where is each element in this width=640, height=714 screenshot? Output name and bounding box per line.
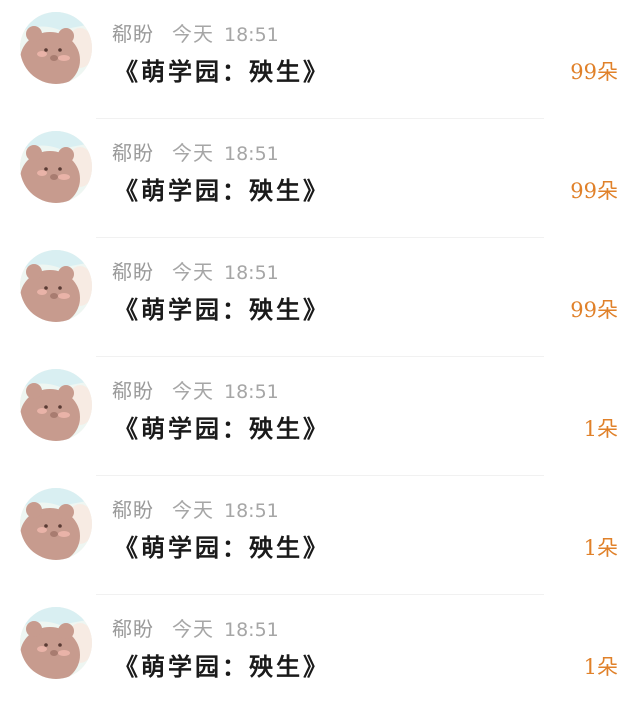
item-time: 18:51 xyxy=(224,24,279,46)
gift-count: 99朵 xyxy=(570,179,618,203)
item-title: 《萌学园：殃生》 xyxy=(114,652,330,681)
item-time: 18:51 xyxy=(224,143,279,165)
avatar[interactable] xyxy=(20,369,92,441)
item-meta: 郗盼 今天 18:51 xyxy=(112,18,279,46)
item-title: 《萌学园：殃生》 xyxy=(114,176,330,205)
bear-avatar-icon xyxy=(20,607,92,679)
item-date: 今天 xyxy=(172,141,214,165)
gift-count: 1朵 xyxy=(583,655,618,679)
sender-name: 郗盼 xyxy=(112,498,154,522)
item-date: 今天 xyxy=(172,22,214,46)
item-date: 今天 xyxy=(172,260,214,284)
item-meta: 郗盼 今天 18:51 xyxy=(112,256,279,284)
gift-record-list: 郗盼 今天 18:51 《萌学园：殃生》 99朵 郗盼 今天 18:51 《萌学… xyxy=(0,0,640,714)
sender-name: 郗盼 xyxy=(112,141,154,165)
bear-avatar-icon xyxy=(20,369,92,441)
avatar[interactable] xyxy=(20,131,92,203)
item-meta: 郗盼 今天 18:51 xyxy=(112,613,279,641)
bear-avatar-icon xyxy=(20,12,92,84)
gift-count: 99朵 xyxy=(570,298,618,322)
gift-count: 1朵 xyxy=(583,417,618,441)
avatar[interactable] xyxy=(20,12,92,84)
item-time: 18:51 xyxy=(224,500,279,522)
sender-name: 郗盼 xyxy=(112,22,154,46)
item-date: 今天 xyxy=(172,498,214,522)
sender-name: 郗盼 xyxy=(112,260,154,284)
item-meta: 郗盼 今天 18:51 xyxy=(112,375,279,403)
item-title: 《萌学园：殃生》 xyxy=(114,295,330,324)
item-time: 18:51 xyxy=(224,381,279,403)
bear-avatar-icon xyxy=(20,250,92,322)
bear-avatar-icon xyxy=(20,488,92,560)
gift-count: 1朵 xyxy=(583,536,618,560)
list-item[interactable]: 郗盼 今天 18:51 《萌学园：殃生》 99朵 xyxy=(0,238,640,357)
item-date: 今天 xyxy=(172,379,214,403)
list-item[interactable]: 郗盼 今天 18:51 《萌学园：殃生》 99朵 xyxy=(0,0,640,119)
item-title: 《萌学园：殃生》 xyxy=(114,533,330,562)
list-item[interactable]: 郗盼 今天 18:51 《萌学园：殃生》 1朵 xyxy=(0,357,640,476)
list-item[interactable]: 郗盼 今天 18:51 《萌学园：殃生》 1朵 xyxy=(0,595,640,714)
item-date: 今天 xyxy=(172,617,214,641)
item-meta: 郗盼 今天 18:51 xyxy=(112,137,279,165)
item-time: 18:51 xyxy=(224,619,279,641)
gift-count: 99朵 xyxy=(570,60,618,84)
sender-name: 郗盼 xyxy=(112,379,154,403)
item-meta: 郗盼 今天 18:51 xyxy=(112,494,279,522)
avatar[interactable] xyxy=(20,488,92,560)
item-title: 《萌学园：殃生》 xyxy=(114,414,330,443)
item-title: 《萌学园：殃生》 xyxy=(114,57,330,86)
bear-avatar-icon xyxy=(20,131,92,203)
list-item[interactable]: 郗盼 今天 18:51 《萌学园：殃生》 99朵 xyxy=(0,119,640,238)
sender-name: 郗盼 xyxy=(112,617,154,641)
list-item[interactable]: 郗盼 今天 18:51 《萌学园：殃生》 1朵 xyxy=(0,476,640,595)
avatar[interactable] xyxy=(20,607,92,679)
avatar[interactable] xyxy=(20,250,92,322)
item-time: 18:51 xyxy=(224,262,279,284)
